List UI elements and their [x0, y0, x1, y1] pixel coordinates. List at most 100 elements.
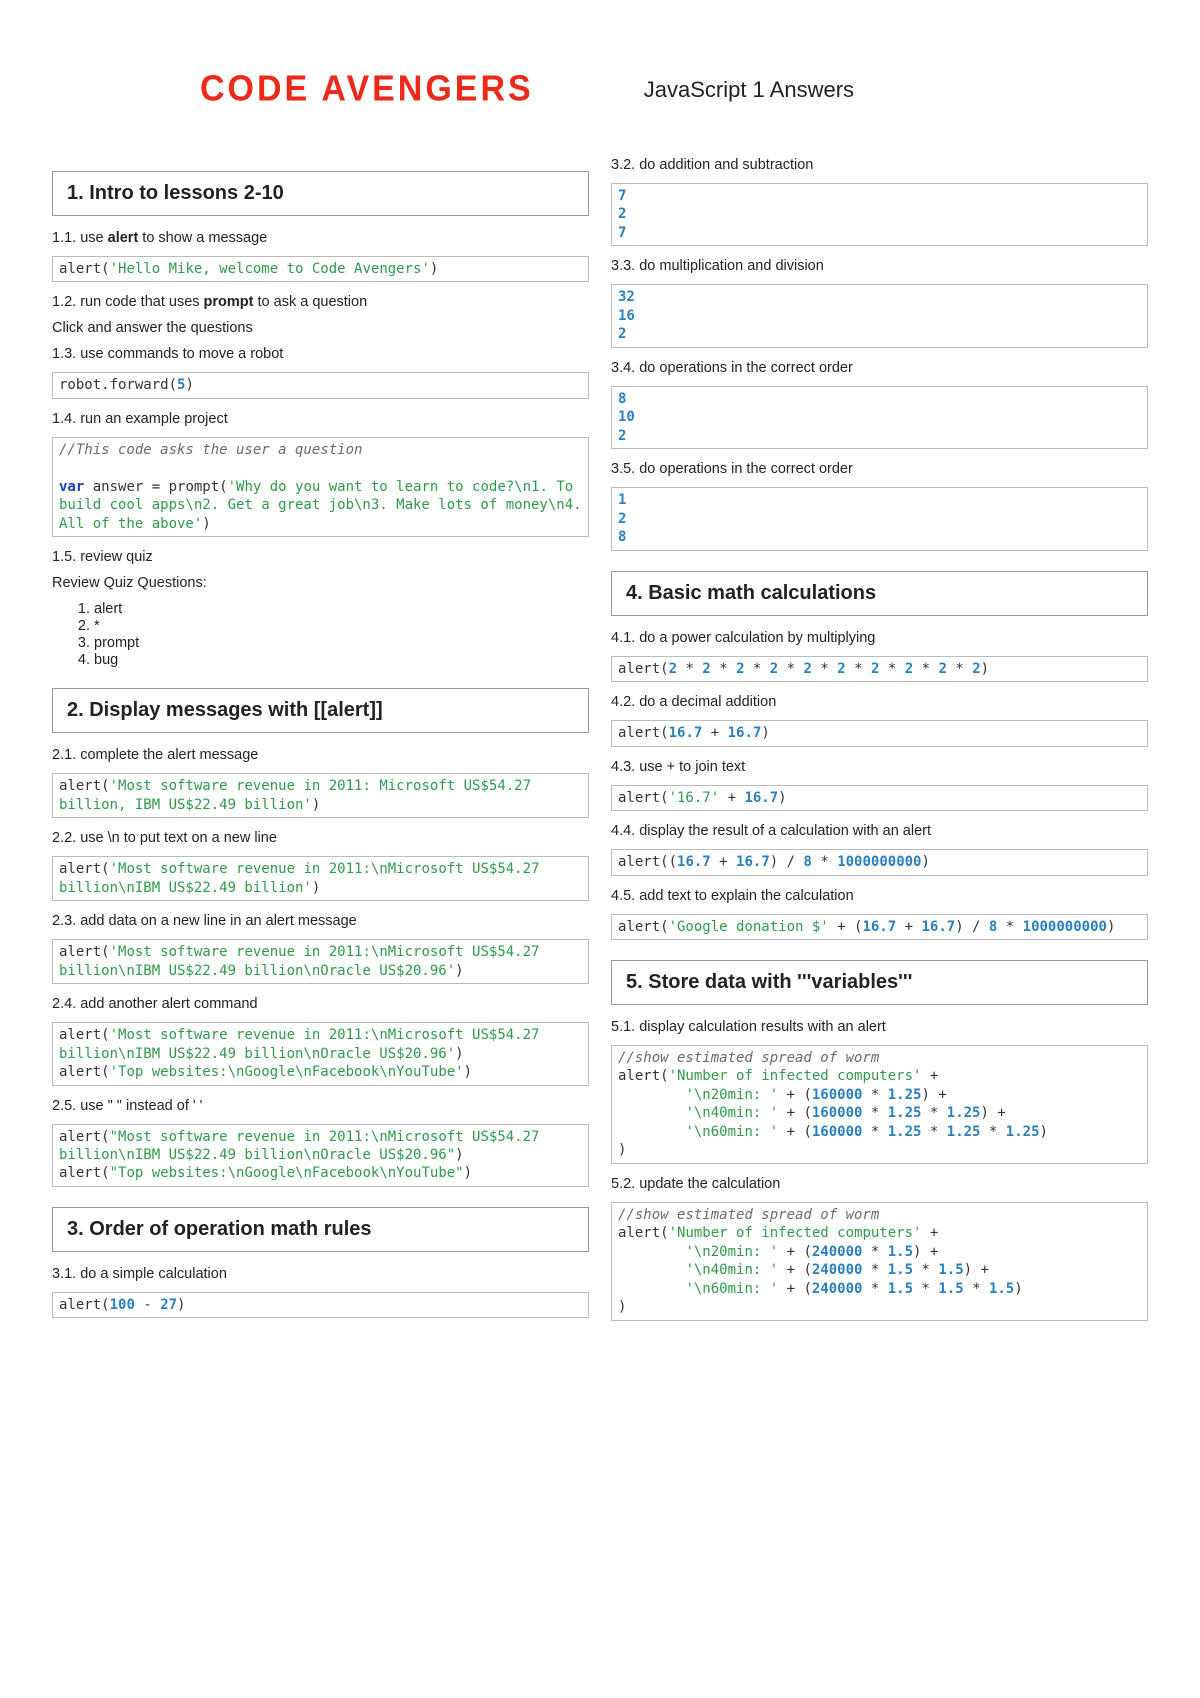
- quiz-item: alert: [94, 601, 589, 617]
- item-idx: 3.2.: [611, 157, 635, 173]
- item-2-5: 2.5. use " " instead of ' ': [52, 1098, 589, 1114]
- item-body: review quiz: [80, 549, 153, 565]
- item-idx: 5.2.: [611, 1176, 635, 1192]
- item-1-5: 1.5. review quiz: [52, 549, 589, 565]
- item-idx: 1.4.: [52, 411, 76, 427]
- code-3-1: alert(100 - 27): [52, 1292, 589, 1318]
- item-idx: 3.4.: [611, 360, 635, 376]
- item-idx: 3.5.: [611, 461, 635, 477]
- item-body: add another alert command: [80, 996, 257, 1012]
- quiz-item: bug: [94, 652, 589, 668]
- code-1-1: alert('Hello Mike, welcome to Code Aveng…: [52, 256, 589, 282]
- item-idx: 4.2.: [611, 694, 635, 710]
- code-2-2: alert('Most software revenue in 2011:\nM…: [52, 856, 589, 901]
- note-1-2: Click and answer the questions: [52, 320, 589, 336]
- item-idx: 4.4.: [611, 823, 635, 839]
- item-4-2: 4.2. do a decimal addition: [611, 694, 1148, 710]
- item-4-5: 4.5. add text to explain the calculation: [611, 888, 1148, 904]
- item-4-1: 4.1. do a power calculation by multiplyi…: [611, 630, 1148, 646]
- brand-logo: CODE AVENGERS: [200, 69, 534, 110]
- item-body: display calculation results with an aler…: [639, 1019, 886, 1035]
- code-4-1: alert(2 * 2 * 2 * 2 * 2 * 2 * 2 * 2 * 2 …: [611, 656, 1148, 682]
- item-body: do addition and subtraction: [639, 157, 813, 173]
- code-4-2: alert(16.7 + 16.7): [611, 720, 1148, 746]
- item-idx: 2.4.: [52, 996, 76, 1012]
- item-2-3: 2.3. add data on a new line in an alert …: [52, 913, 589, 929]
- item-idx: 2.1.: [52, 747, 76, 763]
- item-idx: 2.5.: [52, 1098, 76, 1114]
- section-4-title: 4. Basic math calculations: [611, 571, 1148, 616]
- section-1-title: 1. Intro to lessons 2-10: [52, 171, 589, 216]
- content-columns: 1. Intro to lessons 2-10 1.1. use alert …: [52, 151, 1148, 1333]
- item-body: do a simple calculation: [80, 1266, 227, 1282]
- item-body: add text to explain the calculation: [639, 888, 853, 904]
- item-body: run an example project: [80, 411, 228, 427]
- item-idx: 1.1.: [52, 230, 76, 246]
- item-body: use commands to move a robot: [80, 346, 283, 362]
- item-idx: 2.3.: [52, 913, 76, 929]
- code-4-4: alert((16.7 + 16.7) / 8 * 1000000000): [611, 849, 1148, 875]
- page-header: CODE AVENGERS JavaScript 1 Answers: [200, 70, 1148, 109]
- item-4-4: 4.4. display the result of a calculation…: [611, 823, 1148, 839]
- item-body: use + to join text: [639, 759, 745, 775]
- item-body: run code that uses prompt to ask a quest…: [80, 294, 367, 310]
- item-1-4: 1.4. run an example project: [52, 411, 589, 427]
- code-2-3: alert('Most software revenue in 2011:\nM…: [52, 939, 589, 984]
- item-idx: 4.3.: [611, 759, 635, 775]
- page-title: JavaScript 1 Answers: [644, 77, 854, 103]
- item-body: use alert to show a message: [80, 230, 267, 246]
- right-column: 3.2. do addition and subtraction 7 2 7 3…: [611, 151, 1148, 1333]
- code-2-1: alert('Most software revenue in 2011: Mi…: [52, 773, 589, 818]
- item-1-2: 1.2. run code that uses prompt to ask a …: [52, 294, 589, 310]
- item-1-1: 1.1. use alert to show a message: [52, 230, 589, 246]
- item-body: display the result of a calculation with…: [639, 823, 931, 839]
- item-body: complete the alert message: [80, 747, 258, 763]
- item-3-5: 3.5. do operations in the correct order: [611, 461, 1148, 477]
- code-2-5: alert("Most software revenue in 2011:\nM…: [52, 1124, 589, 1187]
- item-body: do multiplication and division: [639, 258, 824, 274]
- code-5-1: //show estimated spread of worm alert('N…: [611, 1045, 1148, 1164]
- item-idx: 2.2.: [52, 830, 76, 846]
- item-3-4: 3.4. do operations in the correct order: [611, 360, 1148, 376]
- item-body: update the calculation: [639, 1176, 780, 1192]
- code-4-5: alert('Google donation $' + (16.7 + 16.7…: [611, 914, 1148, 940]
- item-idx: 3.1.: [52, 1266, 76, 1282]
- code-4-3: alert('16.7' + 16.7): [611, 785, 1148, 811]
- section-3-title: 3. Order of operation math rules: [52, 1207, 589, 1252]
- item-3-3: 3.3. do multiplication and division: [611, 258, 1148, 274]
- quiz-list: alert * prompt bug: [94, 601, 589, 668]
- item-body: add data on a new line in an alert messa…: [80, 913, 357, 929]
- item-2-2: 2.2. use \n to put text on a new line: [52, 830, 589, 846]
- output-3-2: 7 2 7: [611, 183, 1148, 246]
- note-1-5: Review Quiz Questions:: [52, 575, 589, 591]
- item-4-3: 4.3. use + to join text: [611, 759, 1148, 775]
- code-5-2: //show estimated spread of worm alert('N…: [611, 1202, 1148, 1321]
- item-2-1: 2.1. complete the alert message: [52, 747, 589, 763]
- item-body: use \n to put text on a new line: [80, 830, 277, 846]
- item-idx: 4.5.: [611, 888, 635, 904]
- section-2-title: 2. Display messages with [[alert]]: [52, 688, 589, 733]
- item-body: do a decimal addition: [639, 694, 776, 710]
- item-body: use " " instead of ' ': [80, 1098, 202, 1114]
- item-idx: 1.5.: [52, 549, 76, 565]
- item-idx: 5.1.: [611, 1019, 635, 1035]
- item-idx: 1.2.: [52, 294, 76, 310]
- quiz-item: prompt: [94, 635, 589, 651]
- section-5-title: 5. Store data with '''variables''': [611, 960, 1148, 1005]
- item-1-3: 1.3. use commands to move a robot: [52, 346, 589, 362]
- output-3-5: 1 2 8: [611, 487, 1148, 550]
- code-1-4: //This code asks the user a question var…: [52, 437, 589, 537]
- item-idx: 1.3.: [52, 346, 76, 362]
- item-2-4: 2.4. add another alert command: [52, 996, 589, 1012]
- quiz-item: *: [94, 618, 589, 634]
- code-2-4: alert('Most software revenue in 2011:\nM…: [52, 1022, 589, 1085]
- item-idx: 4.1.: [611, 630, 635, 646]
- item-body: do operations in the correct order: [639, 360, 853, 376]
- left-column: 1. Intro to lessons 2-10 1.1. use alert …: [52, 151, 589, 1333]
- item-5-1: 5.1. display calculation results with an…: [611, 1019, 1148, 1035]
- item-3-2: 3.2. do addition and subtraction: [611, 157, 1148, 173]
- item-body: do a power calculation by multiplying: [639, 630, 875, 646]
- item-5-2: 5.2. update the calculation: [611, 1176, 1148, 1192]
- item-3-1: 3.1. do a simple calculation: [52, 1266, 589, 1282]
- item-body: do operations in the correct order: [639, 461, 853, 477]
